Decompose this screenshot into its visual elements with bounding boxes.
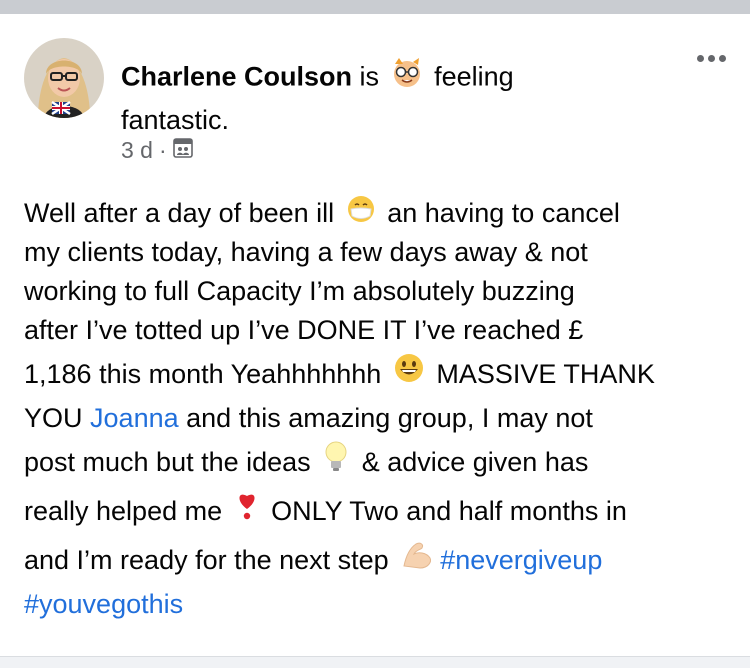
nerd-face-emoji-icon [387, 56, 427, 101]
body-line: and I’m ready for the next step #nevergi… [24, 536, 734, 585]
hashtag-link[interactable]: #youvegothis [24, 589, 183, 619]
meta-dot: · [158, 137, 167, 163]
heart-exclamation-emoji-icon [234, 488, 260, 537]
body-line: my clients today, having a few days away… [24, 237, 588, 267]
flexed-biceps-emoji-icon [400, 537, 436, 586]
mention-link[interactable]: Joanna [90, 403, 179, 433]
body-line: really helped me ONLY Two and half month… [24, 487, 734, 536]
body-line: 1,186 this month Yeahhhhhhh MASSIVE THAN… [24, 350, 734, 399]
mask-face-emoji-icon [346, 194, 376, 235]
group-audience-icon [172, 137, 193, 164]
hashtag-link[interactable]: #nevergiveup [440, 545, 602, 575]
status-prefix: is [359, 61, 380, 92]
post-body: Well after a day of been ill an having t… [24, 194, 734, 624]
body-line: after I’ve totted up I’ve DONE IT I’ve r… [24, 315, 584, 345]
body-line: working to full Capacity I’m absolutely … [24, 276, 575, 306]
body-line: post much but the ideas & advice given h… [24, 438, 734, 487]
post-header: Charlene Coulson is feeling fantastic. [121, 56, 591, 140]
body-line: #youvegothis [24, 585, 734, 624]
author-name[interactable]: Charlene Coulson [121, 62, 352, 92]
bottom-separator [0, 656, 750, 668]
more-options-icon [696, 54, 704, 62]
post-time[interactable]: 3 d [121, 137, 153, 164]
status-feeling: fantastic. [121, 105, 230, 135]
post-meta: 3 d · [121, 137, 193, 164]
light-bulb-emoji-icon [322, 439, 350, 489]
more-options-button[interactable] [690, 44, 732, 72]
body-line: Well after a day of been ill an having t… [24, 194, 734, 233]
body-line: YOU Joanna and this amazing group, I may… [24, 403, 593, 433]
status-activity: feeling [434, 61, 514, 92]
grinning-face-emoji-icon [393, 351, 425, 400]
avatar[interactable] [24, 38, 104, 118]
top-separator [0, 0, 750, 14]
